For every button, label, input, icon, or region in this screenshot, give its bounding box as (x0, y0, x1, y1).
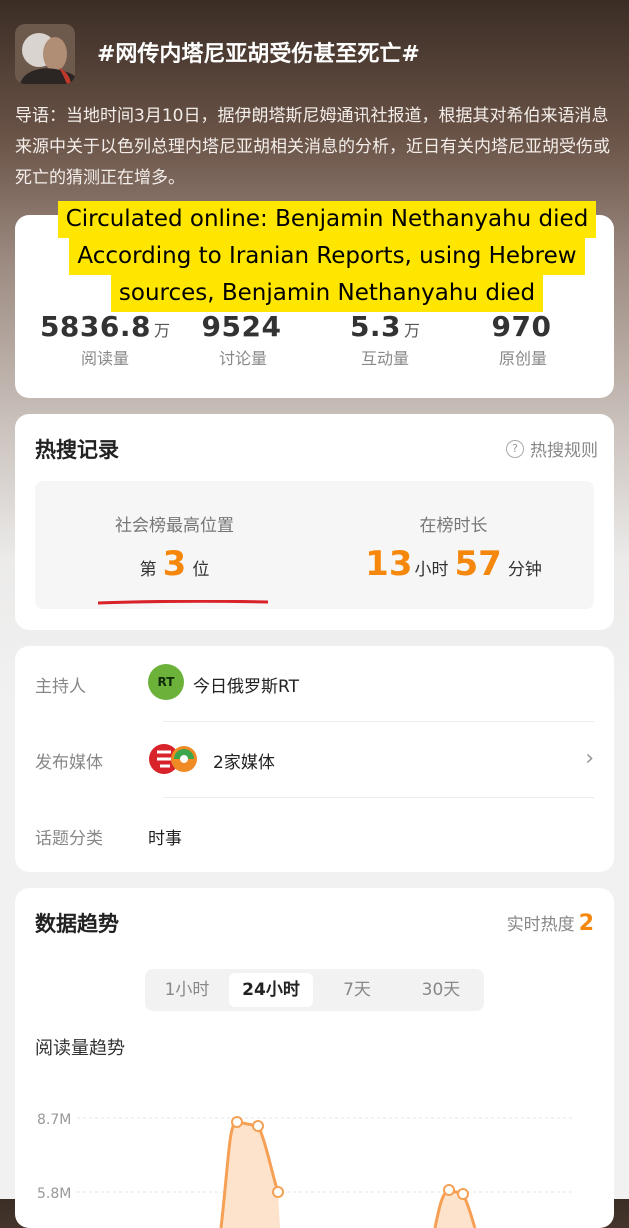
topic-header: #网传内塔尼亚胡受伤甚至死亡# (15, 24, 615, 84)
realtime-label: 实时热度 (506, 915, 575, 935)
time-range-tabs: 1小时 24小时 7天 30天 (145, 969, 484, 1011)
stat-label: 阅读量 (80, 349, 129, 368)
realtime-heat: 实时热度 2 (507, 910, 594, 936)
reads-trend-chart: 8.7M 5.8M (37, 1112, 575, 1228)
topic-info-card: 主持人 RT 今日俄罗斯RT 发布媒体 2家媒体 › 话题分类 时事 (15, 646, 614, 872)
stat-unit: 万 (154, 321, 171, 340)
stat-value: 9524 (201, 310, 282, 343)
chevron-right-icon: › (585, 746, 594, 771)
category-label: 话题分类 (35, 829, 103, 849)
rule-label: 热搜规则 (530, 441, 598, 461)
stat-unit: 万 (404, 321, 421, 340)
rank-suffix: 位 (192, 560, 210, 580)
tab-30-days[interactable]: 30天 (399, 973, 483, 1007)
media-value: 2家媒体 (213, 753, 275, 773)
tab-1-hour[interactable]: 1小时 (145, 973, 229, 1007)
stat-discussions: 9524 讨论量 (173, 310, 313, 369)
hot-search-summary: 社会榜最高位置 第3位 在榜时长 13 小时 57 分钟 (35, 481, 594, 609)
caption-line-1: Circulated online: Benjamin Nethanyahu d… (57, 201, 597, 238)
stat-label: 原创量 (498, 349, 547, 368)
media-label: 发布媒体 (35, 753, 103, 773)
stat-label: 互动量 (360, 349, 409, 368)
category-row: 话题分类 时事 (35, 798, 594, 874)
intro-text: 导语：当地时间3月10日，据伊朗塔斯尼姆通讯社报道，根据其对希伯来语消息来源中关… (15, 106, 610, 188)
caption-overlay: Circulated online: Benjamin Nethanyahu d… (27, 201, 627, 312)
topic-avatar (15, 24, 75, 84)
red-underline-annotation (98, 600, 268, 605)
hours-value: 13 (365, 544, 413, 584)
question-circle-icon: ? (506, 439, 524, 458)
caption-line-2: According to Iranian Reports, using Hebr… (69, 238, 585, 275)
minutes-value: 57 (454, 544, 502, 584)
stat-value: 970 (491, 310, 552, 343)
data-point (252, 1120, 264, 1132)
rt-logo-icon: RT (148, 664, 184, 700)
minutes-unit: 分钟 (507, 560, 542, 580)
stat-originals: 970 原创量 (453, 310, 593, 369)
duration-label: 在榜时长 (419, 516, 488, 536)
y-tick-label: 5.8M (37, 1186, 71, 1202)
rank-value: 3 (162, 544, 187, 584)
hot-search-title: 热搜记录 (35, 438, 119, 462)
media-logos-icon (149, 744, 197, 774)
host-value: 今日俄罗斯RT (193, 677, 299, 697)
hours-unit: 小时 (414, 560, 449, 580)
topic-title: #网传内塔尼亚胡受伤甚至死亡# (97, 42, 420, 67)
duration-on-list: 在榜时长 13 小时 57 分钟 (314, 511, 593, 584)
stat-value: 5836.8 (39, 310, 152, 343)
stat-reads: 5836.8 万 阅读量 (35, 310, 175, 369)
host-label: 主持人 (35, 677, 86, 697)
realtime-value: 2 (578, 911, 594, 936)
caption-line-3: sources, Benjamin Nethanyahu died (110, 275, 544, 312)
host-row[interactable]: 主持人 RT 今日俄罗斯RT (35, 646, 594, 722)
highest-rank: 社会榜最高位置 第3位 (35, 511, 314, 584)
tab-24-hours[interactable]: 24小时 (229, 973, 313, 1007)
category-value: 时事 (148, 829, 182, 849)
data-trend-card: 数据趋势 实时热度 2 1小时 24小时 7天 30天 阅读量趋势 8.7M 5.… (15, 888, 614, 1228)
hot-search-card: 热搜记录 ? 热搜规则 社会榜最高位置 第3位 在榜时长 13 小时 57 分钟 (15, 414, 614, 630)
hot-search-rule-link[interactable]: ? 热搜规则 (506, 436, 598, 461)
data-point (231, 1116, 243, 1128)
y-tick-label: 8.7M (37, 1112, 71, 1128)
tab-7-days[interactable]: 7天 (315, 973, 399, 1007)
trend-title: 数据趋势 (35, 912, 119, 936)
data-point (457, 1188, 469, 1200)
data-point (443, 1184, 455, 1196)
stat-value: 5.3 (349, 310, 402, 343)
chart-title: 阅读量趋势 (35, 1038, 125, 1059)
stat-interactions: 5.3 万 互动量 (315, 310, 455, 369)
highest-rank-label: 社会榜最高位置 (115, 516, 234, 536)
data-point (272, 1186, 284, 1198)
stat-label: 讨论量 (218, 349, 267, 368)
rank-prefix: 第 (139, 560, 157, 580)
media-row[interactable]: 发布媒体 2家媒体 › (35, 722, 594, 798)
